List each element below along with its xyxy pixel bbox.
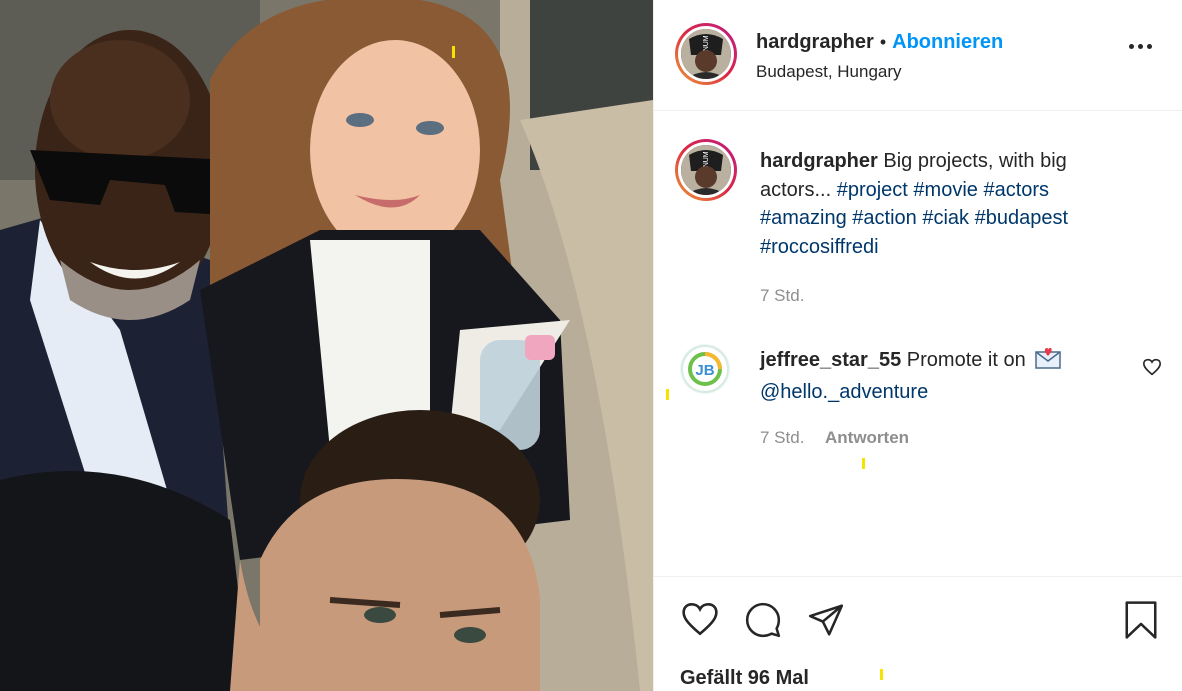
jb-logo-icon: JB <box>681 345 729 393</box>
profile-photo-icon: VENUM <box>681 145 731 195</box>
separator-dot: • <box>879 32 887 52</box>
hashtag[interactable]: #action <box>852 207 917 229</box>
comment-text: Promote it on <box>906 349 1026 371</box>
hashtag[interactable]: #amazing <box>760 207 847 229</box>
more-dot <box>1147 44 1152 49</box>
profile-photo-icon: VENUM <box>681 29 731 79</box>
comment-username[interactable]: jeffree_star_55 <box>760 349 901 371</box>
bookmark-icon[interactable] <box>1122 599 1160 646</box>
yellow-marker <box>862 458 865 469</box>
comment: jeffree_star_55 Promote it on @hello._ad… <box>760 346 1120 407</box>
svg-text:JB: JB <box>695 362 714 379</box>
hashtag[interactable]: #actors <box>983 179 1049 201</box>
avatar-border: VENUM <box>678 26 734 82</box>
header-title-row: hardgrapher • Abonnieren <box>756 31 1003 54</box>
yellow-marker <box>666 389 669 400</box>
post-header: VENUM hardgrapher • Abonnieren Budapest, H… <box>654 0 1182 111</box>
likes-count[interactable]: Gefällt 96 Mal <box>680 667 809 690</box>
photo-illustration <box>0 0 653 691</box>
author-avatar[interactable]: VENUM <box>675 23 737 85</box>
profile-photo-art: VENUM <box>681 145 731 195</box>
heart-icon[interactable] <box>680 601 720 642</box>
yellow-marker <box>880 669 883 680</box>
like-comment-heart-icon[interactable] <box>1142 358 1162 381</box>
more-options-icon[interactable] <box>1129 44 1152 49</box>
love-letter-icon <box>1035 347 1062 378</box>
hashtag[interactable]: #movie <box>913 179 977 201</box>
follow-button[interactable]: Abonnieren <box>892 31 1003 53</box>
reply-button[interactable]: Antworten <box>825 428 909 448</box>
avatar-border: VENUM <box>678 142 734 198</box>
post-details-panel: VENUM hardgrapher • Abonnieren Budapest, H… <box>653 0 1182 691</box>
profile-photo-art: VENUM <box>681 29 731 79</box>
more-dot <box>1138 44 1143 49</box>
caption-avatar[interactable]: VENUM <box>675 139 737 201</box>
share-icon[interactable] <box>806 601 846 644</box>
instagram-post: VENUM hardgrapher • Abonnieren Budapest, H… <box>0 0 1182 691</box>
post-caption: hardgrapher Big projects, with big actor… <box>760 147 1120 261</box>
hashtag[interactable]: #project <box>837 179 908 201</box>
author-username[interactable]: hardgrapher <box>756 31 874 53</box>
post-actions-bar: Gefällt 96 Mal <box>654 576 1182 691</box>
post-location[interactable]: Budapest, Hungary <box>756 62 902 82</box>
more-dot <box>1129 44 1134 49</box>
hashtag[interactable]: #ciak <box>922 207 969 229</box>
comment-avatar[interactable]: JB <box>680 344 730 394</box>
caption-timestamp[interactable]: 7 Std. <box>760 286 804 306</box>
hashtag[interactable]: #roccosiffredi <box>760 236 879 258</box>
comment-timestamp[interactable]: 7 Std. <box>760 428 804 448</box>
caption-username[interactable]: hardgrapher <box>760 150 878 172</box>
mention-link[interactable]: @hello._adventure <box>760 381 928 403</box>
comment-icon[interactable] <box>743 601 783 644</box>
post-photo[interactable] <box>0 0 653 691</box>
hashtag[interactable]: #budapest <box>975 207 1068 229</box>
